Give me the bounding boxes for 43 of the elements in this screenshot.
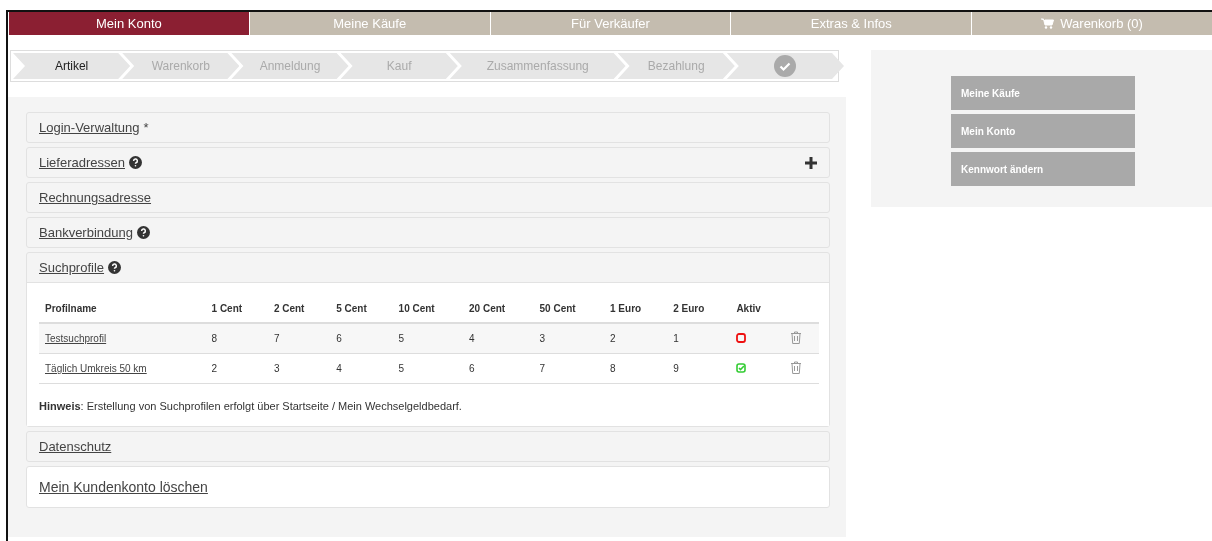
required-mark: * <box>143 120 149 135</box>
table-cell: 4 <box>463 323 534 354</box>
help-icon[interactable] <box>136 226 150 239</box>
section-title[interactable]: Rechnungsadresse <box>39 190 152 205</box>
table-cell: 3 <box>533 323 605 354</box>
nav-tab[interactable]: Mein Konto <box>8 12 249 35</box>
table-cell: 8 <box>205 323 268 354</box>
table-cell: 2 <box>205 353 268 384</box>
progress-step: Bezahlung <box>617 53 735 79</box>
table-cell: 6 <box>330 323 393 354</box>
help-icon[interactable] <box>129 156 142 169</box>
table-cell: 1 <box>667 323 731 354</box>
table-cell: 5 <box>392 323 464 354</box>
plus-icon[interactable] <box>805 156 817 169</box>
progress-step: Anmeldung <box>231 53 349 79</box>
progress-step: Artikel <box>13 53 131 79</box>
table-cell: 7 <box>533 353 605 384</box>
table-cell: 8 <box>604 353 668 384</box>
section-title[interactable]: Datenschutz <box>39 439 112 454</box>
table-cell: 2 <box>604 323 668 354</box>
table-cell: 5 <box>392 353 464 384</box>
table-cell: 7 <box>267 323 331 354</box>
section-title[interactable]: Bankverbindung <box>39 225 133 240</box>
check-icon[interactable] <box>736 362 747 373</box>
hint-text: Hinweis: Erstellung von Suchprofilen erfolgt über Startseite / Mein Wechselgeldbedarf. <box>39 400 463 412</box>
progress-step: Kauf <box>340 53 458 79</box>
table-cell: 9 <box>667 353 731 384</box>
trash-icon[interactable] <box>789 361 802 374</box>
check-circle-icon <box>774 55 797 77</box>
table-cell: 6 <box>463 353 534 384</box>
table-cell: 3 <box>267 353 331 384</box>
section-title[interactable]: Login-Verwaltung <box>39 120 140 135</box>
profile-link[interactable]: Täglich Umkreis 50 km <box>45 363 147 374</box>
section-title[interactable]: Mein Kundenkonto löschen <box>39 479 208 495</box>
help-icon[interactable] <box>108 261 122 274</box>
trash-icon[interactable] <box>789 331 802 344</box>
progress-step: Zusammenfassung <box>449 53 626 79</box>
section-title[interactable]: Suchprofile <box>39 260 105 275</box>
table-cell: 4 <box>330 353 393 384</box>
profile-link[interactable]: Testsuchprofil <box>45 333 107 344</box>
progress-step: Warenkorb <box>122 53 240 79</box>
section-title[interactable]: Lieferadressen <box>39 155 125 170</box>
cart-icon <box>1041 18 1055 29</box>
